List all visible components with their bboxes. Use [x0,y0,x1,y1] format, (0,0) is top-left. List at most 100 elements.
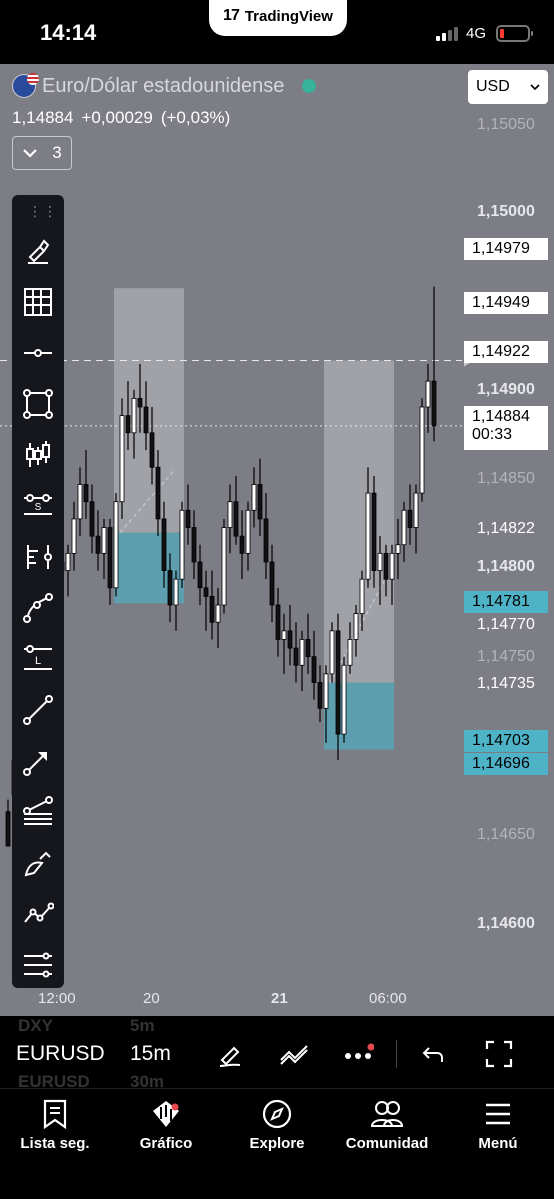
price-label-entry: 1,14822 [477,520,535,537]
market-open-status-icon [302,79,317,93]
candle-body [425,380,431,408]
price-tick: 1,14800 [477,558,535,575]
candle-body [71,518,77,554]
symbol-header[interactable]: Euro/Dólar estadounidense [12,73,317,98]
symbol-selector[interactable]: EURUSD [16,1042,105,1066]
candle-body [389,552,395,580]
candle-body [347,639,353,666]
candle-body [275,604,281,640]
signal-icon [436,27,458,41]
candle-body [287,630,293,649]
candle-body [233,501,239,537]
candle-body [143,406,149,434]
chart-area[interactable]: Euro/Dólar estadounidense 1,14884 +0,000… [0,64,554,1016]
curve-tool-icon[interactable] [18,588,58,628]
text-line-tool-icon[interactable]: S [18,486,58,526]
chevron-down-icon [530,83,540,90]
candle-body [149,432,155,468]
candle-body [221,527,227,606]
price-label-tool-icon[interactable]: L [18,639,58,679]
bookmark-icon [43,1099,67,1129]
more-options-icon[interactable] [340,1036,376,1072]
currency-select[interactable]: USD [468,70,548,104]
horizontal-line-tool-icon[interactable] [18,333,58,373]
price-label-stop: 1,14781 [464,591,548,613]
candle-body [239,535,245,554]
candle-body [311,656,317,683]
brush-tool-icon[interactable] [18,231,58,271]
candles-tool-icon[interactable] [18,435,58,475]
candle-body [125,415,131,434]
chart-canvas[interactable] [0,64,554,1016]
candle-body [269,561,275,606]
candle-body [107,527,113,589]
nav-menu[interactable]: Menú [443,1099,553,1152]
fullscreen-icon[interactable] [481,1036,517,1072]
svg-text:S: S [35,502,42,513]
candle-body [197,561,203,589]
nav-label: Menú [478,1135,518,1152]
candle-body [329,630,335,675]
candle-body [65,552,71,571]
last-price-value: 1,14884 [472,408,530,425]
candle-body [101,527,107,554]
trend-line-tool-icon[interactable] [18,690,58,730]
time-tick: 12:00 [38,990,76,1007]
tradingview-pill[interactable]: 17 TradingView [209,0,347,36]
bottom-navigation: Lista seg. Gráfico Explore Comunidad Men… [0,1088,554,1199]
candle-body [371,492,377,571]
ghost-symbol: DXY [18,1016,53,1035]
nav-explore[interactable]: Explore [222,1099,332,1152]
candle-body [215,604,221,623]
candle-body [377,552,383,571]
candle-body [323,673,329,709]
candle-body [395,544,401,554]
candle-body [83,484,89,503]
indicators-count: 3 [52,143,62,162]
position-stop-zone [324,682,394,750]
indicators-icon[interactable] [276,1036,312,1072]
community-icon [370,1101,404,1127]
fib-tool-icon[interactable] [18,792,58,832]
price-tick: 1,14850 [477,470,535,487]
nav-watchlist[interactable]: Lista seg. [0,1099,110,1152]
candle-body [299,639,305,666]
candle-body [173,578,179,606]
undo-icon[interactable] [415,1036,451,1072]
price-label-line-2: 1,14949 [464,292,548,314]
drag-handle-icon[interactable]: ⋮⋮⋮ [28,203,73,220]
candle-body [167,570,173,606]
candle-body [257,484,263,520]
position-target-zone [114,288,184,533]
nav-label: Lista seg. [20,1135,90,1152]
nav-label: Explore [249,1135,305,1152]
last-price-label: 1,14884 00:33 [464,406,548,450]
candle-body [419,406,425,494]
candle-body [95,535,101,554]
symbol-name[interactable]: Euro/Dólar estadounidense [42,75,284,98]
projection-tool-icon[interactable] [18,894,58,934]
candle-body [161,518,167,571]
price-change: +0,00029 [81,108,153,127]
rectangle-tool-icon[interactable] [18,384,58,424]
pattern-tool-icon[interactable] [18,843,58,883]
forecast-tool-icon[interactable] [18,537,58,577]
currency-value: USD [476,78,510,95]
nav-label: Comunidad [345,1135,429,1152]
ghost-interval: 5m [130,1016,155,1035]
candle-body [413,492,419,528]
candle-body [305,639,311,658]
arrow-tool-icon[interactable] [18,741,58,781]
chart-icon [153,1101,179,1127]
grid-tool-icon[interactable] [18,282,58,322]
more-tools-icon[interactable] [18,945,58,985]
candle-body [155,466,161,520]
indicators-toggle-button[interactable]: 3 [12,136,72,170]
status-bar: 14:14 17 TradingView 4G [0,0,554,64]
interval-selector[interactable]: 15m [130,1042,171,1066]
price-tick: 1,14650 [477,826,535,843]
nav-community[interactable]: Comunidad [332,1099,442,1152]
pencil-icon[interactable] [212,1036,248,1072]
candle-body [89,501,95,537]
nav-chart[interactable]: Gráfico [111,1099,221,1152]
